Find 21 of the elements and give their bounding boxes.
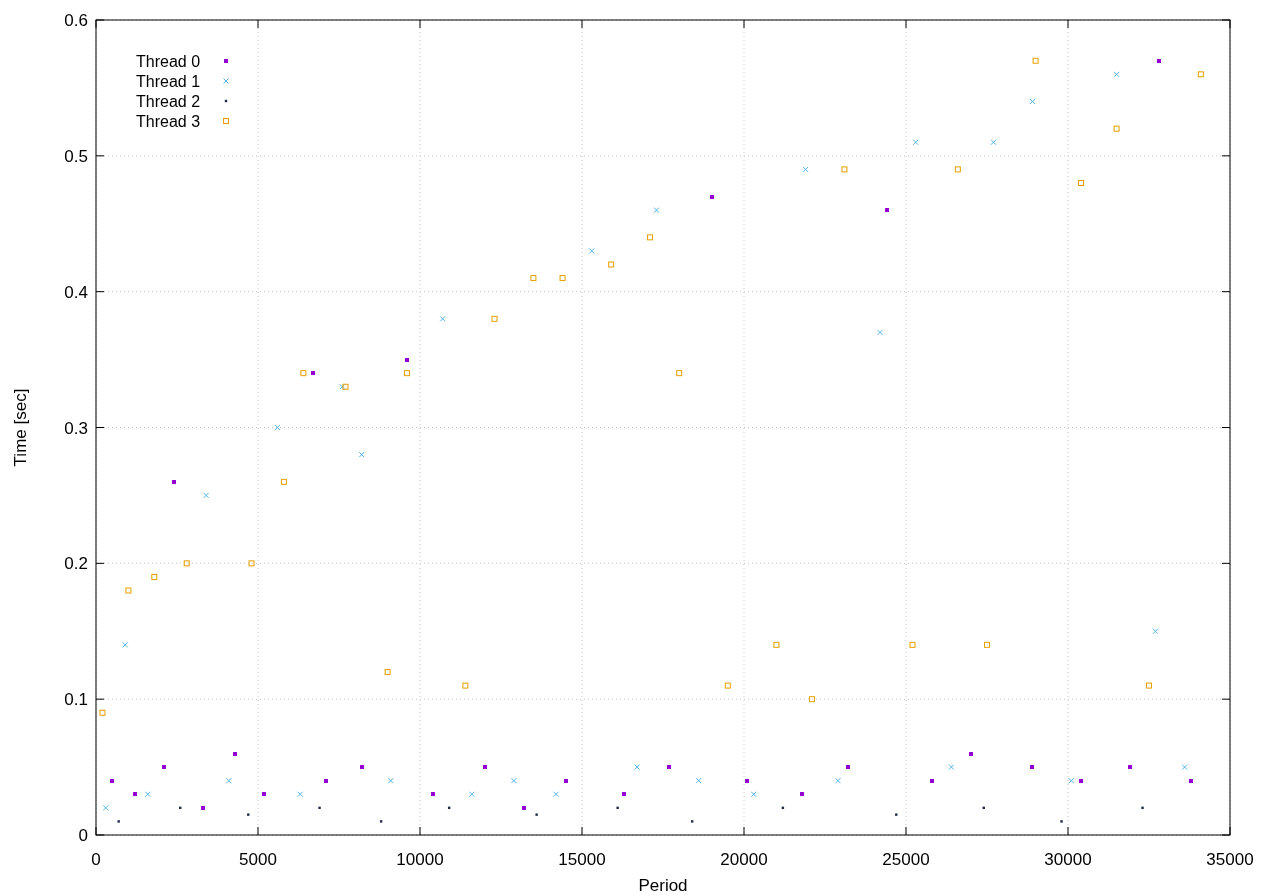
legend-label: Thread 2 (136, 93, 201, 110)
x-tick-label: 15000 (558, 850, 606, 869)
x-tick-label: 25000 (882, 850, 930, 869)
x-axis-title: Period (638, 876, 688, 895)
x-tick-label: 35000 (1206, 850, 1254, 869)
x-tick-label: 10000 (396, 850, 444, 869)
x-tick-label: 5000 (239, 850, 277, 869)
legend-label: Thread 0 (136, 53, 201, 70)
y-tick-label: 0.6 (64, 11, 88, 30)
x-tick-label: 20000 (720, 850, 768, 869)
y-tick-label: 0.3 (64, 418, 88, 438)
y-tick-label: 0.2 (64, 554, 88, 574)
x-tick-label: 0 (91, 850, 101, 869)
y-tick-label: 0.1 (64, 690, 88, 710)
y-tick-label: 0 (78, 826, 88, 845)
y-tick-label: 0.5 (64, 146, 88, 166)
legend-label: Thread 1 (136, 73, 201, 90)
legend-label: Thread 3 (136, 113, 201, 130)
y-axis-title: Time [sec] (11, 388, 30, 467)
y-tick-label: 0.4 (64, 282, 88, 302)
x-tick-label: 30000 (1044, 850, 1092, 869)
